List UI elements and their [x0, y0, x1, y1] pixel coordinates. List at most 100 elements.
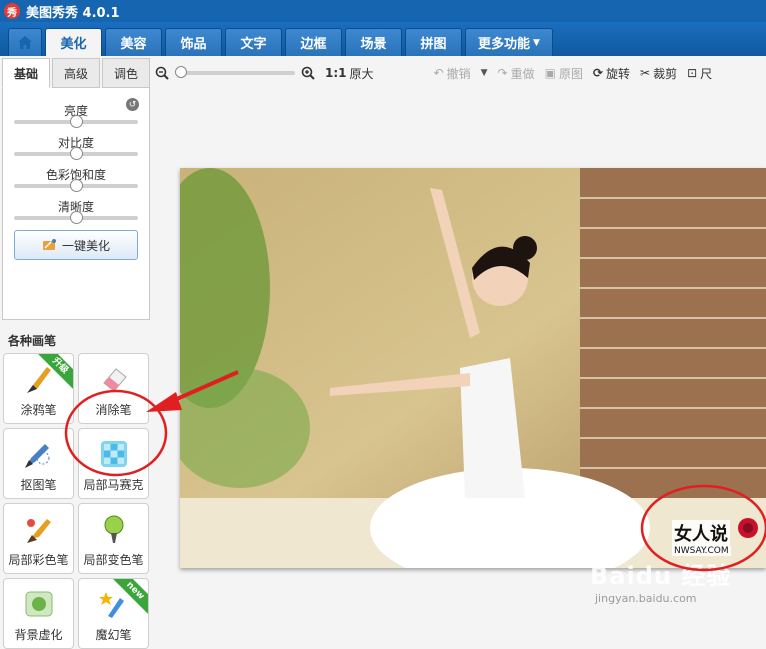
resize-button[interactable]: ⊡ 尺 [687, 65, 712, 82]
toolbar: 1:1 原大 ↶ 撤销 ▼ ↷ 重做 ▣ 原图 ⟳ 旋转 ✂ 裁剪 ⊡ 尺 [155, 58, 766, 88]
left-panel: 基础 高级 调色 ↺ 亮度 对比度 色彩饱和度 清晰度 一键美化 各种画笔 升级 [2, 58, 152, 649]
original-label: 原图 [558, 66, 583, 81]
local-mosaic-label: 局部马赛克 [83, 478, 144, 492]
brightness-slider[interactable] [14, 115, 138, 128]
tab-frame[interactable]: 边框 [285, 28, 342, 56]
main-tab-bar: 美化 美容 饰品 文字 边框 场景 拼图 更多功能 ▼ [0, 22, 766, 56]
chevron-down-icon: ▼ [480, 68, 488, 78]
magic-brush-icon [98, 592, 124, 618]
local-mosaic-button[interactable]: 局部马赛克 [78, 428, 149, 499]
adjust-subtabs: 基础 高级 调色 [2, 58, 152, 88]
eraser-icon [102, 368, 127, 392]
undo-dropdown[interactable]: ▼ [481, 68, 488, 78]
contrast-slider-group: 对比度 [3, 134, 149, 160]
original-size-label: 原大 [349, 66, 374, 81]
sharpness-slider-thumb[interactable] [69, 211, 83, 224]
zoom-out-icon [155, 66, 169, 80]
reset-icon[interactable]: ↺ [126, 98, 139, 111]
tab-accessories[interactable]: 饰品 [165, 28, 222, 56]
photo-image [180, 168, 766, 568]
one-click-beautify-label: 一键美化 [61, 238, 110, 253]
subtab-basic[interactable]: 基础 [2, 58, 50, 88]
app-logo-icon: 秀 [4, 3, 20, 19]
tab-home[interactable] [8, 28, 42, 56]
local-color-brush-button[interactable]: 局部彩色笔 [3, 503, 74, 574]
background-blur-button[interactable]: 背景虚化 [3, 578, 74, 649]
crop-button[interactable]: ✂ 裁剪 [640, 65, 677, 82]
saturation-slider[interactable] [14, 179, 138, 192]
undo-button[interactable]: ↶ 撤销 [434, 65, 471, 82]
zoom-in-button[interactable] [301, 66, 315, 80]
redo-icon: ↷ [497, 66, 508, 80]
recolor-brush-icon [104, 515, 123, 543]
saturation-label: 色彩饱和度 [45, 168, 106, 182]
eraser-brush-label: 消除笔 [95, 403, 132, 417]
rotate-icon: ⟳ [592, 66, 604, 80]
cutout-pen-icon [24, 444, 49, 468]
redo-label: 重做 [510, 66, 535, 81]
blur-icon [25, 591, 52, 617]
color-brush-icon [26, 519, 51, 543]
doodle-brush-label: 涂鸦笔 [20, 403, 57, 417]
zoom-out-button[interactable] [155, 66, 169, 80]
eraser-brush-button[interactable]: 消除笔 [78, 353, 149, 424]
sharpness-slider[interactable] [14, 211, 138, 224]
saturation-slider-thumb[interactable] [69, 179, 83, 192]
scissors-icon: ✂ [640, 66, 651, 80]
sharpness-slider-group: 清晰度 [3, 198, 149, 224]
local-recolor-brush-label: 局部变色笔 [83, 553, 144, 567]
baidu-watermark-url: jingyan.baidu.com [595, 592, 697, 605]
watermark-subtext: NWSAY.COM [672, 546, 731, 556]
subtab-color[interactable]: 调色 [102, 58, 150, 88]
redo-button[interactable]: ↷ 重做 [498, 65, 535, 82]
original-size-button[interactable]: 1:1 原大 [325, 65, 374, 82]
one-click-beautify-button[interactable]: 一键美化 [14, 230, 138, 260]
background-blur-label: 背景虚化 [14, 628, 63, 642]
photo-canvas[interactable] [180, 168, 766, 568]
tab-collage[interactable]: 拼图 [405, 28, 462, 56]
contrast-label: 对比度 [57, 136, 94, 150]
original-button[interactable]: ▣ 原图 [545, 65, 583, 82]
resize-icon: ⊡ [687, 66, 698, 80]
rotate-button[interactable]: ⟳ 旋转 [593, 65, 630, 82]
resize-label: 尺 [700, 66, 713, 81]
watermark-text: 女人说 [672, 520, 730, 546]
tab-beauty[interactable]: 美容 [105, 28, 162, 56]
app-title: 美图秀秀 4.0.1 [26, 5, 120, 21]
undo-icon: ↶ [433, 66, 444, 80]
image-icon: ▣ [544, 66, 556, 80]
zoom-slider-thumb[interactable] [175, 66, 187, 78]
basic-adjust-panel: ↺ 亮度 对比度 色彩饱和度 清晰度 一键美化 [2, 88, 150, 320]
magic-brush-button[interactable]: new 魔幻笔 [78, 578, 149, 649]
doodle-brush-button[interactable]: 升级 涂鸦笔 [3, 353, 74, 424]
magic-brush-label: 魔幻笔 [95, 628, 132, 642]
subtab-advanced[interactable]: 高级 [52, 58, 100, 88]
local-recolor-brush-button[interactable]: 局部变色笔 [78, 503, 149, 574]
tab-scene[interactable]: 场景 [345, 28, 402, 56]
tab-beautify[interactable]: 美化 [45, 28, 102, 56]
brightness-slider-thumb[interactable] [69, 115, 83, 128]
contrast-slider[interactable] [14, 147, 138, 160]
rotate-label: 旋转 [606, 66, 631, 81]
tab-more-label: 更多功能 [478, 37, 531, 52]
baidu-watermark: Baidu 经验 [590, 562, 732, 590]
brush-grid: 升级 涂鸦笔 消除笔 抠图笔 局部马赛克 局部彩色笔 局部变色笔 背景虚化 ne… [2, 353, 152, 649]
saturation-slider-group: 色彩饱和度 [3, 166, 149, 192]
paintbrush-icon [26, 367, 51, 393]
mosaic-icon [100, 441, 127, 467]
home-icon [18, 36, 32, 49]
tab-text[interactable]: 文字 [225, 28, 282, 56]
cutout-brush-label: 抠图笔 [20, 478, 57, 492]
contrast-slider-thumb[interactable] [69, 147, 83, 160]
zoom-in-icon [301, 66, 315, 80]
tab-more[interactable]: 更多功能 ▼ [465, 28, 553, 56]
brushes-section-title: 各种画笔 [8, 334, 57, 348]
undo-label: 撤销 [446, 66, 471, 81]
sharpness-label: 清晰度 [57, 200, 94, 214]
chevron-down-icon: ▼ [533, 37, 540, 48]
cutout-brush-button[interactable]: 抠图笔 [3, 428, 74, 499]
magic-wand-icon [42, 239, 56, 250]
title-bar: 秀 美图秀秀 4.0.1 [0, 0, 766, 22]
zoom-ratio: 1:1 [325, 66, 347, 80]
zoom-slider[interactable] [175, 66, 295, 78]
